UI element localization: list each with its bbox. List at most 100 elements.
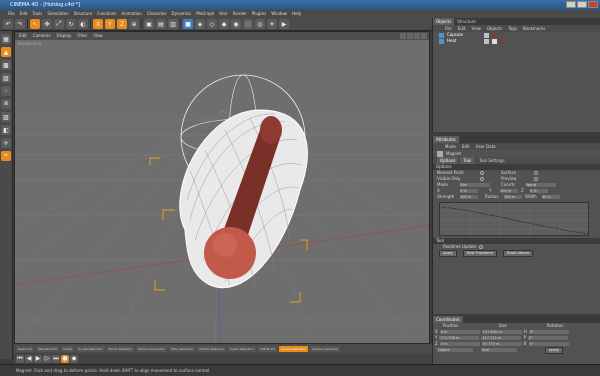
viewport-menu-view[interactable]: View	[93, 32, 103, 40]
layout-tab[interactable]: Standard #3	[35, 345, 59, 352]
om-menu-bookmarks[interactable]: Bookmarks	[523, 25, 545, 32]
rotate-icon[interactable]: ↻	[66, 19, 76, 29]
workplane-icon[interactable]: ▧	[1, 73, 11, 83]
falloff-curve-graph[interactable]	[439, 202, 590, 237]
render-picture-viewer-icon[interactable]: ▤	[156, 19, 166, 29]
move-view-icon[interactable]	[400, 33, 406, 39]
om-menu-tags[interactable]: Tags	[508, 25, 517, 32]
cube-icon[interactable]: ■	[183, 19, 193, 29]
scale-icon[interactable]: ⤢	[54, 19, 64, 29]
tab-structure[interactable]: Structure	[454, 18, 479, 25]
rotation-b-field[interactable]: 0°	[528, 342, 569, 346]
make-editable-icon[interactable]: ▦	[1, 34, 11, 44]
om-menu-objects[interactable]: Objects	[487, 25, 502, 32]
subdivision-surface-icon[interactable]: ◈	[195, 19, 205, 29]
texture-tag-icon[interactable]	[492, 38, 497, 44]
subtab-tool[interactable]: Tool	[460, 157, 475, 164]
layout-tab[interactable]: UVEdit #3	[257, 345, 278, 352]
subtab-tool-settings[interactable]: Tool Settings	[476, 157, 507, 164]
apply-button[interactable]: Apply	[439, 249, 457, 257]
viewport-menu-cameras[interactable]: Cameras	[33, 32, 51, 40]
move-icon[interactable]: ✥	[42, 19, 52, 29]
layout-tab[interactable]: Hide Selection	[169, 345, 195, 352]
menu-window[interactable]: Window	[271, 10, 287, 18]
checkmark-icon[interactable]	[484, 32, 489, 38]
strength-field[interactable]: 100 %	[460, 195, 478, 199]
am-menu-edit[interactable]: Edit	[462, 143, 470, 150]
light-icon[interactable]: ☀	[267, 19, 277, 29]
array-icon[interactable]: ◇	[207, 19, 217, 29]
rotation-h-field[interactable]: 0°	[528, 330, 569, 334]
render-settings-icon[interactable]: ▥	[168, 19, 178, 29]
layout-tab[interactable]: Sculpt Selection	[76, 345, 105, 352]
deformer-icon[interactable]: ◉	[231, 19, 241, 29]
camera-icon[interactable]: ◎	[255, 19, 265, 29]
realtime-update-checkbox[interactable]	[479, 245, 484, 249]
x-axis-icon[interactable]: X	[93, 19, 103, 29]
layout-tab[interactable]: Select All	[16, 345, 34, 352]
new-transform-button[interactable]: New Transform	[462, 249, 498, 257]
tab-coordinates[interactable]: Coordinates	[433, 316, 464, 323]
size-x-field[interactable]: 117.645 m	[481, 330, 522, 334]
menu-plugins[interactable]: Plugins	[252, 10, 266, 18]
menu-animation[interactable]: Animation	[121, 10, 141, 18]
keyframe-icon[interactable]: ◆	[70, 354, 78, 363]
points-mode-icon[interactable]: ⁘	[1, 86, 11, 96]
minimize-button[interactable]	[566, 1, 576, 8]
live-selection-icon[interactable]: ↖	[30, 19, 40, 29]
z-axis-icon[interactable]: Z	[117, 19, 127, 29]
menu-help[interactable]: Help	[292, 10, 301, 18]
material-tag-icon[interactable]	[500, 38, 505, 44]
redo-icon[interactable]: ↷	[15, 19, 25, 29]
layout-tab[interactable]: Camera Selection	[309, 345, 341, 352]
axis-mode-icon[interactable]: ✛	[1, 138, 11, 148]
size-mode-select[interactable]: Size	[481, 348, 517, 352]
go-to-end-icon[interactable]: ⏭	[52, 354, 60, 363]
close-button[interactable]	[588, 1, 598, 8]
z-field[interactable]: 0 %	[530, 189, 548, 193]
maximize-view-icon[interactable]	[421, 33, 427, 39]
rotation-p-field[interactable]: 0°	[527, 336, 568, 340]
menu-structure[interactable]: Structure	[74, 10, 93, 18]
material-tag-icon[interactable]	[492, 32, 497, 38]
y-axis-icon[interactable]: Y	[105, 19, 115, 29]
radius-field[interactable]: 100 m	[504, 195, 522, 199]
layout-tab[interactable]: Sculpt	[60, 345, 75, 352]
play-icon[interactable]: ▶	[34, 354, 42, 363]
go-to-start-icon[interactable]: ⏮	[16, 354, 24, 363]
position-y-field[interactable]: 171.798 m	[439, 336, 480, 340]
coord-apply-button[interactable]: Apply	[545, 346, 563, 354]
om-menu-view[interactable]: View	[471, 25, 481, 32]
menu-mograph[interactable]: MoGraph	[196, 10, 214, 18]
position-z-field[interactable]: 0 m	[439, 342, 480, 346]
am-menu-user-data[interactable]: User Data	[476, 143, 496, 150]
om-menu-edit[interactable]: Edit	[458, 25, 466, 32]
menu-hair[interactable]: Hair	[219, 10, 227, 18]
layout-tab[interactable]: Model Connection	[136, 345, 168, 352]
rotate-view-icon[interactable]	[414, 33, 420, 39]
size-y-field[interactable]: 117.711 m	[481, 336, 522, 340]
width-field[interactable]: 50 %	[542, 195, 560, 199]
maximize-button[interactable]	[577, 1, 587, 8]
previous-frame-icon[interactable]: ◀	[25, 354, 33, 363]
x-field[interactable]: 0 %	[460, 189, 478, 193]
render-view-icon[interactable]: ▣	[144, 19, 154, 29]
am-menu-mode[interactable]: Mode	[445, 143, 456, 150]
layout-tab[interactable]: Rendr Selection	[106, 345, 135, 352]
checkmark-icon[interactable]	[484, 38, 489, 44]
menu-file[interactable]: File	[8, 10, 15, 18]
subtab-options[interactable]: Options	[437, 157, 459, 164]
snap-icon[interactable]: ⌖	[1, 151, 11, 161]
reset-values-button[interactable]: Reset Values	[503, 249, 534, 257]
y-field[interactable]: 100 %	[500, 189, 518, 193]
layout-tab[interactable]: Unhide Selection	[196, 345, 227, 352]
preview-checkbox[interactable]	[534, 177, 538, 181]
size-z-field[interactable]: 97.777 m	[481, 342, 522, 346]
coordinate-system-icon[interactable]: ⊕	[129, 19, 139, 29]
surface-checkbox[interactable]	[534, 171, 538, 175]
record-icon[interactable]: ●	[61, 354, 69, 363]
nearest-point-checkbox[interactable]	[480, 171, 484, 175]
uv-mode-icon[interactable]: ◧	[1, 125, 11, 135]
menu-tools[interactable]: Tools	[32, 10, 42, 18]
coord-mode-select[interactable]: Object	[437, 348, 473, 352]
